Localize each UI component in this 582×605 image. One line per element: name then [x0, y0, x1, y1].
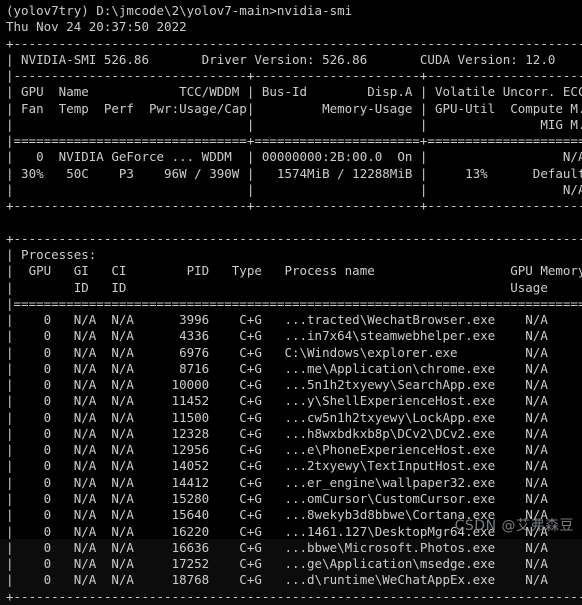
terminal-line: | 0 N/A N/A 14412 C+G ...er_engine\wallp…	[6, 474, 582, 490]
terminal-line: | GPU GI CI PID Type Process name GPU Me…	[6, 263, 582, 279]
terminal-line: | 0 N/A N/A 16220 C+G ...1461.127\Deskto…	[6, 523, 582, 539]
terminal-line: +---------------------------------------…	[6, 230, 582, 246]
terminal-line: +-------------------------------+-------…	[6, 198, 582, 214]
terminal-line: | 0 N/A N/A 12328 C+G ...h8wxbdkxb8p\DCv…	[6, 425, 582, 441]
terminal-line: | 0 N/A N/A 17252 C+G ...ge\Application\…	[6, 556, 582, 572]
terminal-line: |-------------------------------+-------…	[6, 68, 582, 84]
terminal-line: | NVIDIA-SMI 526.86 Driver Version: 526.…	[6, 51, 582, 67]
terminal-line: | | | MIG M. |	[6, 116, 582, 132]
terminal-window[interactable]: (yolov7try) D:\jmcode\2\yolov7-main>nvid…	[0, 0, 582, 604]
terminal-line: | 0 NVIDIA GeForce ... WDDM | 00000000:2…	[6, 149, 582, 165]
terminal-line: | | | N/A |	[6, 181, 582, 197]
terminal-line: | Processes: |	[6, 246, 582, 262]
terminal-line: | 0 N/A N/A 15280 C+G ...omCursor\Custom…	[6, 490, 582, 506]
terminal-line: | 0 N/A N/A 18768 C+G ...d\runtime\WeCha…	[6, 572, 582, 588]
terminal-line: | 30% 50C P3 96W / 390W | 1574MiB / 1228…	[6, 165, 582, 181]
terminal-line: | 0 N/A N/A 10000 C+G ...5n1h2txyewy\Sea…	[6, 377, 582, 393]
terminal-line: | 0 N/A N/A 14052 C+G ...2txyewy\TextInp…	[6, 458, 582, 474]
terminal-line: | 0 N/A N/A 11500 C+G ...cw5n1h2txyewy\L…	[6, 409, 582, 425]
terminal-line: | 0 N/A N/A 15640 C+G ...8wekyb3d8bbwe\C…	[6, 507, 582, 523]
terminal-line: | 0 N/A N/A 12956 C+G ...e\PhoneExperien…	[6, 442, 582, 458]
terminal-line: +---------------------------------------…	[6, 588, 582, 604]
terminal-line: | 0 N/A N/A 3996 C+G ...tracted\WechatBr…	[6, 312, 582, 328]
terminal-line: +---------------------------------------…	[6, 35, 582, 51]
terminal-line: | GPU Name TCC/WDDM | Bus-Id Disp.A | Vo…	[6, 84, 582, 100]
terminal-line: | Fan Temp Perf Pwr:Usage/Cap| Memory-Us…	[6, 100, 582, 116]
terminal-line: | 0 N/A N/A 16636 C+G ...bbwe\Microsoft.…	[6, 539, 582, 555]
terminal-line: | 0 N/A N/A 4336 C+G ...in7x64\steamwebh…	[6, 328, 582, 344]
terminal-line: | 0 N/A N/A 8716 C+G ...me\Application\c…	[6, 360, 582, 376]
timestamp-line: Thu Nov 24 20:37:50 2022	[6, 19, 187, 35]
terminal-line: | 0 N/A N/A 6976 C+G C:\Windows\explorer…	[6, 344, 582, 360]
terminal-line: |=======================================…	[6, 295, 582, 311]
terminal-line: |===============================+=======…	[6, 133, 582, 149]
terminal-line: | 0 N/A N/A 11452 C+G ...y\ShellExperien…	[6, 393, 582, 409]
terminal-line: | ID ID Usage |	[6, 279, 582, 295]
command-prompt-line: (yolov7try) D:\jmcode\2\yolov7-main>nvid…	[6, 3, 353, 18]
